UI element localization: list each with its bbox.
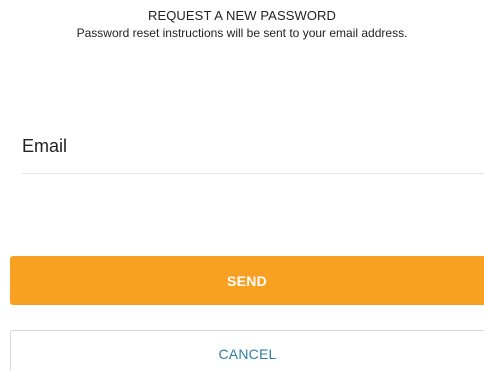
page-title: REQUEST A NEW PASSWORD: [147, 8, 337, 23]
cancel-button[interactable]: CANCEL: [10, 330, 484, 371]
password-reset-page: REQUEST A NEW PASSWORD Password reset in…: [0, 0, 484, 371]
email-field-container: [22, 126, 484, 174]
send-button[interactable]: SEND: [10, 256, 484, 305]
reset-header: REQUEST A NEW PASSWORD Password reset in…: [0, 8, 484, 41]
page-subtitle: Password reset instructions will be sent…: [76, 26, 408, 40]
email-input[interactable]: [22, 126, 484, 166]
